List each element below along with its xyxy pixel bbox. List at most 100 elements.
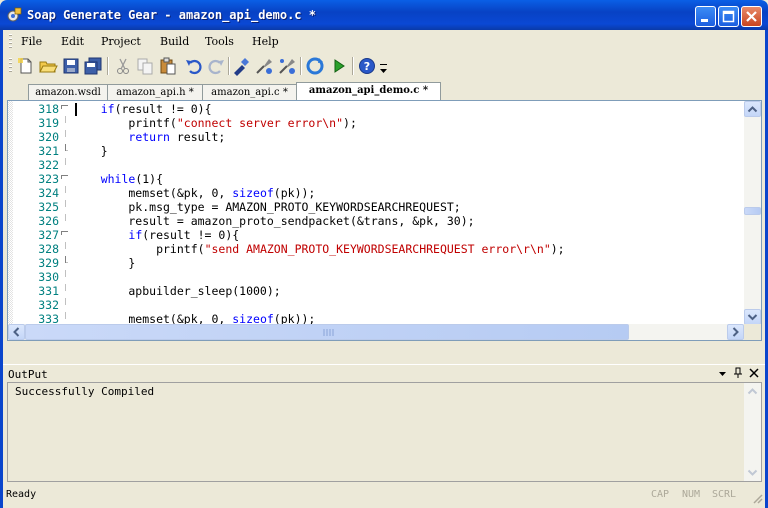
- code-line[interactable]: 321 }: [8, 144, 746, 158]
- save-icon[interactable]: [61, 56, 81, 76]
- caps-lock-indicator: CAP: [651, 489, 670, 500]
- chevron-up-icon: [747, 106, 758, 113]
- code-line[interactable]: 329 }: [8, 256, 746, 270]
- horizontal-scrollbar[interactable]: [8, 324, 744, 340]
- code-text: memset(&pk, 0, sizeof(pk));: [73, 186, 316, 200]
- scroll-right-button[interactable]: [727, 324, 744, 340]
- tab-amazon-api-c[interactable]: amazon_api.c *: [202, 84, 297, 100]
- vertical-scrollbar[interactable]: [744, 101, 761, 325]
- text-cursor: [75, 103, 77, 116]
- tab-amazon-wsdl[interactable]: amazon.wsdl: [28, 84, 108, 100]
- scroll-left-button[interactable]: [8, 324, 25, 340]
- code-line[interactable]: 324 memset(&pk, 0, sizeof(pk));: [8, 186, 746, 200]
- chevron-up-icon[interactable]: [747, 387, 758, 395]
- menubar-grip[interactable]: [9, 34, 12, 49]
- compile-icon[interactable]: [254, 56, 274, 76]
- resize-grip-icon[interactable]: [751, 492, 763, 504]
- status-text: Ready: [6, 489, 37, 500]
- fold-end-marker: [65, 144, 68, 151]
- menu-file[interactable]: File: [21, 35, 42, 48]
- menu-project[interactable]: Project: [101, 35, 141, 48]
- code-text: if(result != 0){: [128, 228, 240, 242]
- code-line[interactable]: 332: [8, 298, 746, 312]
- chevron-left-icon: [13, 327, 20, 337]
- status-bar: Ready CAP NUM SCRL: [3, 486, 765, 505]
- paste-icon[interactable]: [158, 56, 178, 76]
- tab-amazon-api-h[interactable]: amazon_api.h *: [107, 84, 203, 100]
- code-line[interactable]: 320 return result;: [8, 130, 746, 144]
- menu-tools[interactable]: Tools: [205, 35, 234, 48]
- vertical-scroll-thumb[interactable]: [744, 207, 761, 215]
- code-line[interactable]: 326 result = amazon_proto_sendpacket(&tr…: [8, 214, 746, 228]
- tab-amazon-api-demo-c[interactable]: amazon_api_demo.c *: [296, 82, 441, 101]
- menu-edit[interactable]: Edit: [61, 35, 84, 48]
- line-number: 323: [38, 172, 59, 186]
- maximize-button[interactable]: [718, 6, 739, 27]
- code-line[interactable]: 328 printf("send AMAZON_PROTO_KEYWORDSEA…: [8, 242, 746, 256]
- line-number: 328: [38, 242, 59, 256]
- fold-toggle-icon[interactable]: [61, 228, 68, 235]
- new-file-icon[interactable]: [16, 56, 36, 76]
- horizontal-scroll-thumb[interactable]: [25, 324, 629, 340]
- fold-line-marker: [65, 200, 66, 207]
- run-icon[interactable]: [329, 56, 349, 76]
- window-frame-left: [0, 30, 3, 508]
- code-line[interactable]: 325 pk.msg_type = AMAZON_PROTO_KEYWORDSE…: [8, 200, 746, 214]
- menu-help[interactable]: Help: [252, 35, 279, 48]
- output-text-area[interactable]: Successfully Compiled: [7, 382, 762, 482]
- scroll-up-button[interactable]: [744, 101, 761, 117]
- close-button[interactable]: [741, 6, 762, 27]
- output-panel-header: OutPut: [3, 364, 765, 383]
- open-folder-icon[interactable]: [38, 56, 58, 76]
- code-line[interactable]: 327 if(result != 0){: [8, 228, 746, 242]
- code-line[interactable]: 319 printf("connect server error\n");: [8, 116, 746, 130]
- panel-splitter[interactable]: [3, 343, 765, 363]
- code-line[interactable]: 330: [8, 270, 746, 284]
- code-text: }: [73, 256, 136, 270]
- save-all-icon[interactable]: [83, 56, 103, 76]
- code-line[interactable]: 322: [8, 158, 746, 172]
- cut-icon[interactable]: [113, 56, 133, 76]
- line-number: 325: [38, 200, 59, 214]
- toolbar-separator: [107, 57, 109, 75]
- tab-label: amazon_api.h *: [116, 87, 194, 98]
- help-icon[interactable]: ?: [357, 56, 377, 76]
- output-message: Successfully Compiled: [15, 385, 155, 398]
- undo-icon[interactable]: [184, 56, 204, 76]
- scroll-down-button[interactable]: [744, 309, 761, 325]
- fold-line-marker: [65, 130, 66, 137]
- code-line[interactable]: 318 if(result != 0){: [8, 102, 746, 116]
- fold-toggle-icon[interactable]: [61, 102, 68, 109]
- code-text: printf("send AMAZON_PROTO_KEYWORDSEARCHR…: [73, 242, 565, 256]
- copy-icon[interactable]: [135, 56, 155, 76]
- close-icon: [746, 11, 757, 22]
- fold-line-marker: [65, 116, 66, 123]
- pin-icon[interactable]: [733, 367, 743, 379]
- code-text: apbuilder_sleep(1000);: [73, 284, 281, 298]
- build-icon[interactable]: [277, 56, 297, 76]
- tab-label: amazon_api.c *: [211, 87, 288, 98]
- output-vertical-scrollbar[interactable]: [744, 383, 761, 481]
- code-line[interactable]: 331 apbuilder_sleep(1000);: [8, 284, 746, 298]
- menu-build[interactable]: Build: [160, 35, 189, 48]
- code-text: pk.msg_type = AMAZON_PROTO_KEYWORDSEARCH…: [73, 200, 461, 214]
- scroll-lock-indicator: SCRL: [712, 489, 737, 500]
- tab-label: amazon.wsdl: [35, 87, 101, 98]
- title-bar[interactable]: Soap Generate Gear - amazon_api_demo.c *: [0, 0, 768, 30]
- overflow-chevron-icon[interactable]: [379, 63, 388, 75]
- find-icon[interactable]: [231, 56, 251, 76]
- close-panel-icon[interactable]: [749, 368, 759, 378]
- code-editor[interactable]: 318 if(result != 0){319 printf("connect …: [7, 100, 762, 341]
- toolbar-grip[interactable]: [9, 58, 12, 73]
- rebuild-icon[interactable]: [305, 56, 325, 76]
- redo-icon[interactable]: [206, 56, 226, 76]
- toolbar-separator: [352, 57, 354, 75]
- minimize-button[interactable]: [695, 6, 716, 27]
- fold-line-marker: [65, 270, 66, 277]
- code-line[interactable]: 323 while(1){: [8, 172, 746, 186]
- fold-end-marker: [65, 256, 68, 263]
- fold-line-marker: [65, 312, 66, 319]
- fold-toggle-icon[interactable]: [61, 172, 68, 179]
- dropdown-arrow-icon[interactable]: [718, 370, 727, 378]
- chevron-down-icon[interactable]: [747, 469, 758, 477]
